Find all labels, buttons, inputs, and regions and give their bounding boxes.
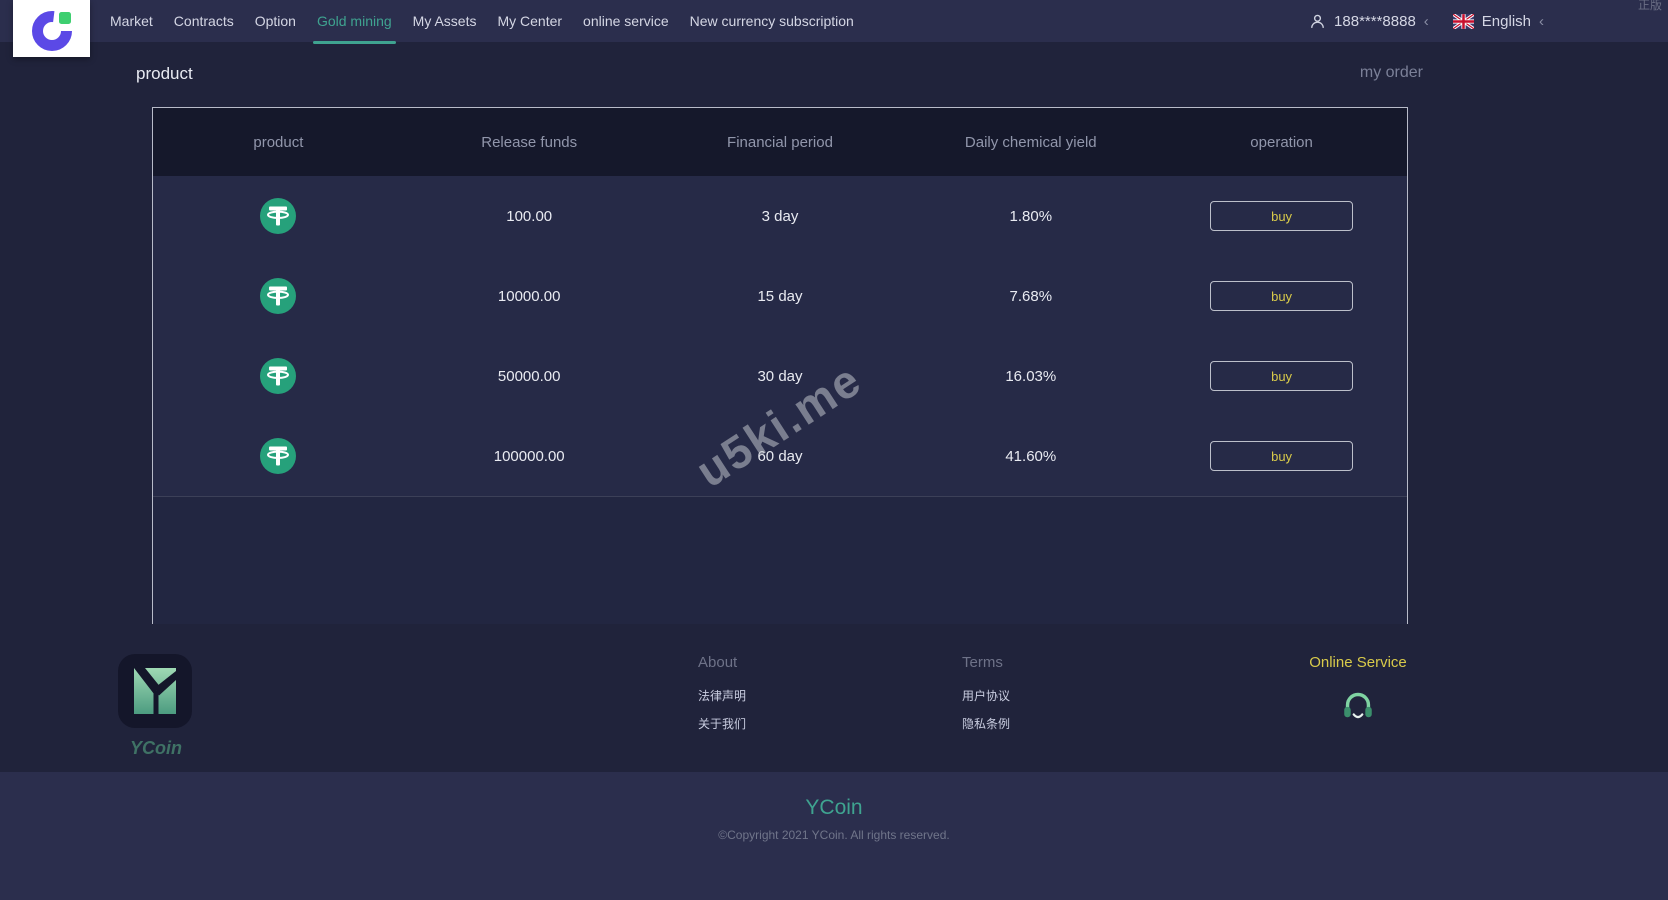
table-row: 50000.00 30 day 16.03% buy <box>153 336 1407 416</box>
corner-tag: 正版 <box>1637 0 1662 12</box>
nav-item-online-service[interactable]: online service <box>583 0 669 42</box>
nav-item-option[interactable]: Option <box>255 0 296 42</box>
main-nav: Market Contracts Option Gold mining My A… <box>110 0 854 44</box>
about-section-title: About <box>698 654 738 671</box>
account-chevron-icon[interactable]: ‹ <box>1424 13 1429 30</box>
daily-yield-value: 1.80% <box>1009 207 1053 225</box>
buy-button[interactable]: buy <box>1210 201 1354 231</box>
release-funds-value: 50000.00 <box>497 367 561 385</box>
top-navigation-bar: Market Contracts Option Gold mining My A… <box>0 0 1668 57</box>
column-header-operation: operation <box>1250 133 1313 151</box>
usdt-coin-icon <box>260 438 297 474</box>
language-chevron-icon[interactable]: ‹ <box>1539 13 1544 30</box>
table-header-row: product Release funds Financial period D… <box>153 108 1407 176</box>
financial-period-value: 30 day <box>757 367 803 385</box>
nav-item-contracts[interactable]: Contracts <box>174 0 234 42</box>
site-footer: YCoin About 法律声明 关于我们 Terms 用户协议 隐私条例 On… <box>0 624 1668 772</box>
user-account[interactable]: 188****8888 <box>1334 13 1416 30</box>
product-table: product Release funds Financial period D… <box>152 107 1408 624</box>
release-funds-value: 100.00 <box>506 207 553 225</box>
daily-yield-value: 7.68% <box>1009 287 1053 305</box>
column-header-daily-yield: Daily chemical yield <box>964 133 1097 151</box>
footer-link-legal-statement[interactable]: 法律声明 <box>698 687 746 704</box>
brand-c-icon <box>31 10 72 51</box>
usdt-coin-icon <box>260 358 297 394</box>
footer-brand-name: YCoin <box>130 738 182 758</box>
usdt-coin-icon <box>260 198 297 234</box>
topbar-right: 188****8888 ‹ English ‹ <box>1309 0 1550 42</box>
nav-item-my-assets[interactable]: My Assets <box>413 0 477 42</box>
buy-button[interactable]: buy <box>1210 281 1354 311</box>
usdt-coin-icon <box>260 278 297 314</box>
financial-period-value: 3 day <box>761 207 799 225</box>
footer-terms-section: Terms 用户协议 隐私条例 <box>962 654 1010 743</box>
page-title: product <box>136 64 193 83</box>
buy-button[interactable]: buy <box>1210 361 1354 391</box>
bottom-brand: YCoin <box>805 796 863 819</box>
online-service-link[interactable]: Online Service <box>1308 654 1408 671</box>
table-row: 10000.00 15 day 7.68% buy <box>153 256 1407 336</box>
buy-button[interactable]: buy <box>1210 441 1354 471</box>
footer-about-section: About 法律声明 关于我们 <box>698 654 746 743</box>
release-funds-value: 100000.00 <box>493 447 565 465</box>
column-header-release-funds: Release funds <box>481 133 578 151</box>
table-empty-area <box>153 496 1407 624</box>
nav-item-market[interactable]: Market <box>110 0 153 42</box>
my-order-link[interactable]: my order <box>1360 64 1423 82</box>
table-row: 100.00 3 day 1.80% buy <box>153 176 1407 256</box>
footer-link-privacy-policy[interactable]: 隐私条例 <box>962 715 1010 732</box>
column-header-financial-period: Financial period <box>727 133 833 151</box>
table-row: 100000.00 60 day 41.60% buy <box>153 416 1407 496</box>
footer-logo[interactable] <box>118 654 192 728</box>
release-funds-value: 10000.00 <box>497 287 561 305</box>
user-icon <box>1309 13 1326 30</box>
uk-flag-icon <box>1451 12 1475 30</box>
bottom-bar: YCoin ©Copyright 2021 YCoin. All rights … <box>0 772 1668 900</box>
nav-item-my-center[interactable]: My Center <box>497 0 562 42</box>
site-logo[interactable] <box>13 0 90 57</box>
footer-link-about-us[interactable]: 关于我们 <box>698 715 746 732</box>
daily-yield-value: 16.03% <box>1005 367 1057 385</box>
copyright-text: ©Copyright 2021 YCoin. All rights reserv… <box>718 828 950 842</box>
page-head: product my order <box>0 60 1668 92</box>
nav-item-gold-mining[interactable]: Gold mining <box>312 0 396 44</box>
headset-icon[interactable] <box>1339 685 1377 723</box>
terms-section-title: Terms <box>962 654 1003 671</box>
daily-yield-value: 41.60% <box>1005 447 1057 465</box>
nav-item-new-currency-subscription[interactable]: New currency subscription <box>690 0 854 42</box>
column-header-product: product <box>253 133 304 151</box>
financial-period-value: 15 day <box>757 287 803 305</box>
financial-period-value: 60 day <box>757 447 803 465</box>
footer-link-user-agreement[interactable]: 用户协议 <box>962 687 1010 704</box>
footer-service-section: Online Service <box>1308 654 1408 728</box>
language-selector[interactable]: English <box>1482 13 1531 30</box>
